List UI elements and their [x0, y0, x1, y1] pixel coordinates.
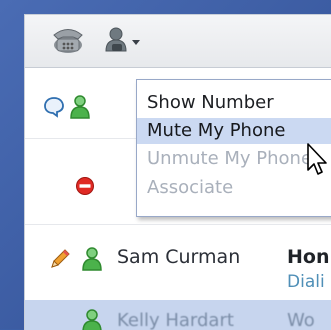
contact-name: Sam Curman	[117, 246, 241, 268]
person-dropdown-icon	[102, 25, 146, 59]
person-green-icon	[69, 94, 91, 124]
person-green-icon	[81, 308, 103, 330]
contact-substatus: Diali	[287, 272, 325, 292]
contact-status: Wo	[287, 310, 315, 330]
chat-bubble-icon	[43, 96, 65, 122]
pencil-icon	[49, 248, 71, 274]
contact-status: Hon	[287, 246, 330, 268]
phone-icon	[51, 26, 85, 58]
table-row[interactable]: Kelly Hardart Wo	[25, 300, 331, 330]
window-background: Bu Sam Curman Hon	[0, 0, 331, 330]
phone-button[interactable]	[51, 27, 85, 57]
contacts-panel: Bu Sam Curman Hon	[24, 14, 331, 330]
toolbar	[25, 15, 331, 68]
blocked-icon	[75, 176, 95, 200]
person-green-icon	[81, 246, 103, 276]
menu-item-mute-my-phone[interactable]: Mute My Phone	[137, 118, 331, 144]
menu-item-unmute-my-phone: Unmute My Phone	[147, 148, 313, 169]
contact-name: Kelly Hardart	[117, 310, 234, 330]
table-row[interactable]: Sam Curman Hon Diali	[25, 224, 331, 296]
menu-item-associate: Associate	[147, 177, 234, 198]
menu-item-show-number[interactable]: Show Number	[137, 90, 331, 116]
phone-options-menu: Show Number Mute My Phone Unmute My Phon…	[136, 79, 331, 217]
mouse-cursor-icon	[307, 143, 329, 181]
person-menu-button[interactable]	[102, 27, 146, 57]
